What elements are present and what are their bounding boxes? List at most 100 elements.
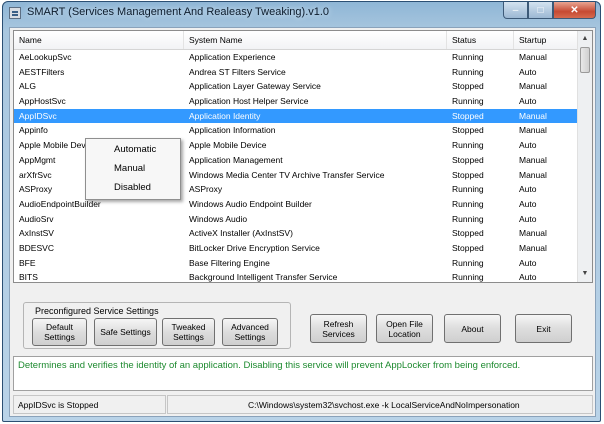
menu-item-manual[interactable]: Manual	[114, 160, 145, 178]
about-button[interactable]: About	[444, 314, 501, 343]
cell-name: AppHostSvc	[19, 96, 66, 107]
cell-system-name: Windows Audio Endpoint Builder	[189, 198, 312, 209]
cell-name: BFE	[19, 257, 36, 268]
close-button[interactable]: ✕	[553, 2, 596, 19]
cell-startup: Manual	[519, 169, 547, 180]
cell-status: Stopped	[452, 125, 484, 136]
cell-system-name: Base Filtering Engine	[189, 257, 270, 268]
table-row[interactable]: AppIDSvc Application Identity Stopped Manua…	[14, 108, 579, 124]
cell-startup: Manual	[519, 228, 547, 239]
safe-settings-button[interactable]: Safe Settings	[94, 318, 157, 346]
cell-status: Running	[452, 198, 484, 209]
column-header-status[interactable]: Status	[447, 31, 514, 49]
minimize-icon: –	[512, 4, 519, 16]
cell-system-name: Application Layer Gateway Service	[189, 81, 321, 92]
default-settings-button[interactable]: Default Settings	[32, 318, 87, 346]
table-row[interactable]: Appinfo Application Information Stopped Man…	[14, 123, 579, 138]
cell-system-name: Windows Audio	[189, 213, 248, 224]
table-row[interactable]: AxInstSV ActiveX Installer (AxInstSV) Stop…	[14, 226, 579, 241]
table-row[interactable]: AESTFilters Andrea ST Filters Service Runn…	[14, 65, 579, 80]
table-row[interactable]: ALG Application Layer Gateway Service Stop…	[14, 79, 579, 94]
table-row[interactable]: BDESVC BitLocker Drive Encryption Service…	[14, 241, 579, 256]
cell-system-name: BitLocker Drive Encryption Service	[189, 242, 320, 253]
startup-context-menu: Automatic Manual Disabled	[85, 138, 181, 200]
cell-status: Running	[452, 213, 484, 224]
exit-button[interactable]: Exit	[515, 314, 572, 343]
preconfigured-settings-label: Preconfigured Service Settings	[33, 306, 161, 316]
window-title: SMART (Services Management And Realeasy …	[27, 6, 330, 18]
table-row[interactable]: AppHostSvc Application Host Helper Servic…	[14, 94, 579, 109]
cell-system-name: ActiveX Installer (AxInstSV)	[189, 228, 293, 239]
advanced-settings-button[interactable]: Advanced Settings	[222, 318, 278, 346]
maximize-icon: □	[537, 4, 544, 16]
cell-system-name: Application Management	[189, 154, 283, 165]
cell-status: Running	[452, 272, 484, 283]
table-row[interactable]: BITS Background Intelligent Transfer Serv…	[14, 270, 579, 283]
cell-system-name: ASProxy	[189, 184, 223, 195]
cell-status: Running	[452, 257, 484, 268]
menu-item-disabled[interactable]: Disabled	[114, 179, 151, 197]
cell-status: Stopped	[452, 110, 484, 121]
cell-startup: Manual	[519, 52, 547, 62]
maximize-button[interactable]: □	[528, 2, 553, 19]
cell-status: Stopped	[452, 81, 484, 92]
cell-status: Stopped	[452, 242, 484, 253]
cell-status: Stopped	[452, 228, 484, 239]
scroll-thumb[interactable]	[580, 47, 590, 73]
cell-name: BITS	[19, 272, 38, 283]
menu-item-automatic[interactable]: Automatic	[114, 141, 156, 159]
cell-startup: Auto	[519, 96, 537, 107]
cell-name: AxInstSV	[19, 228, 54, 239]
cell-name: AeLookupSvc	[19, 52, 72, 62]
cell-name: AESTFilters	[19, 66, 65, 77]
minimize-button[interactable]: –	[503, 2, 528, 19]
cell-startup: Auto	[519, 213, 537, 224]
cell-startup: Manual	[519, 242, 547, 253]
cell-startup: Manual	[519, 154, 547, 165]
cell-system-name: Application Host Helper Service	[189, 96, 309, 107]
title-bar[interactable]: SMART (Services Management And Realeasy …	[3, 2, 600, 26]
cell-system-name: Andrea ST Filters Service	[189, 66, 286, 77]
cell-startup: Auto	[519, 272, 537, 283]
cell-startup: Manual	[519, 110, 547, 121]
tweaked-settings-button[interactable]: Tweaked Settings	[162, 318, 215, 346]
cell-name: AppIDSvc	[19, 110, 57, 121]
table-row[interactable]: AeLookupSvc Application Experience Running…	[14, 50, 579, 65]
cell-status: Running	[452, 52, 484, 62]
cell-system-name: Background Intelligent Transfer Service	[189, 272, 338, 283]
cell-status: Running	[452, 140, 484, 151]
status-executable-path: C:\Windows\system32\svchost.exe -k Local…	[167, 395, 593, 414]
column-header-name[interactable]: Name	[14, 31, 184, 49]
cell-startup: Auto	[519, 140, 537, 151]
cell-system-name: Windows Media Center TV Archive Transfer…	[189, 169, 385, 180]
open-file-location-button[interactable]: Open File Location	[376, 314, 433, 343]
service-description: Determines and verifies the identity of …	[13, 356, 593, 391]
status-service-state: AppIDSvc is Stopped	[13, 395, 166, 414]
column-header-startup[interactable]: Startup	[514, 31, 579, 49]
cell-name: BDESVC	[19, 242, 54, 253]
cell-name: ALG	[19, 81, 37, 92]
scroll-up-icon[interactable]: ▲	[579, 32, 591, 46]
cell-startup: Auto	[519, 184, 537, 195]
caption-buttons: – □ ✕	[503, 2, 596, 20]
cell-status: Running	[452, 66, 484, 77]
cell-system-name: Application Experience	[189, 52, 276, 62]
cell-status: Stopped	[452, 169, 484, 180]
cell-name: Appinfo	[19, 125, 48, 136]
client-area: Name System Name Status Startup AeLookup…	[9, 27, 596, 417]
cell-name: AudioSrv	[19, 213, 54, 224]
app-icon	[9, 7, 21, 19]
table-row[interactable]: AudioSrv Windows Audio Running Auto	[14, 212, 579, 227]
cell-system-name: Application Information	[189, 125, 276, 136]
cell-status: Running	[452, 96, 484, 107]
status-bar: AppIDSvc is Stopped C:\Windows\system32\…	[13, 395, 593, 414]
cell-status: Stopped	[452, 154, 484, 165]
table-row[interactable]: BFE Base Filtering Engine Running Auto	[14, 256, 579, 271]
column-header-system-name[interactable]: System Name	[184, 31, 447, 49]
cell-system-name: Application Identity	[189, 110, 261, 121]
refresh-services-button[interactable]: Refresh Services	[310, 314, 367, 343]
cell-status: Running	[452, 184, 484, 195]
close-icon: ✕	[570, 4, 579, 16]
scroll-down-icon[interactable]: ▼	[579, 267, 591, 281]
vertical-scrollbar[interactable]: ▲ ▼	[577, 31, 592, 282]
